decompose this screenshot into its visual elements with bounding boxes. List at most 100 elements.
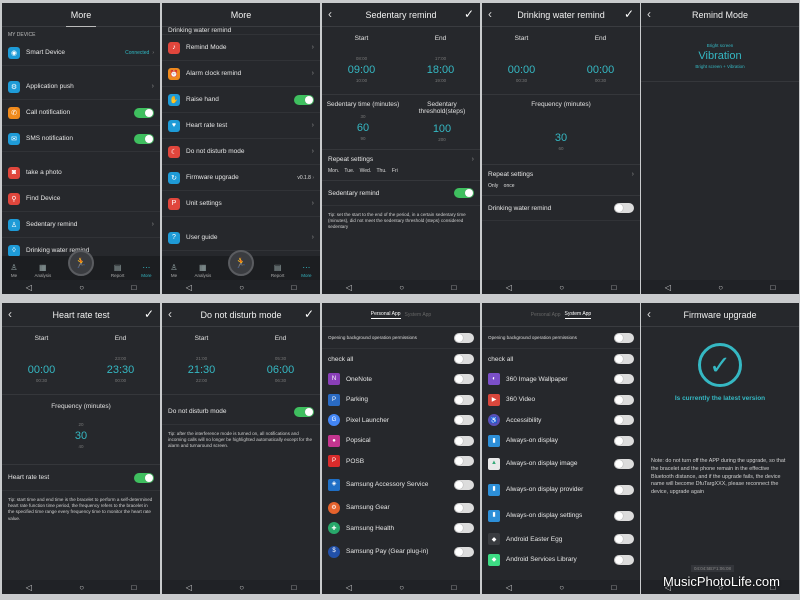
back-icon[interactable]: ◁ <box>506 583 512 592</box>
app-toggle[interactable] <box>454 415 474 426</box>
tab-me[interactable]: ♙ Me <box>10 263 17 278</box>
dnd-toggle[interactable] <box>294 406 314 417</box>
back-arrow-icon[interactable]: ‹ <box>647 8 651 20</box>
home-icon[interactable]: ○ <box>399 583 404 592</box>
threshold-picker[interactable]: Sedentary threshold(steps) 100 200 <box>407 101 477 143</box>
back-icon[interactable]: ◁ <box>665 283 671 292</box>
back-arrow-icon[interactable]: ‹ <box>168 308 172 320</box>
smart-device-row[interactable]: ◉ Smart Device Connected › <box>2 40 160 66</box>
back-icon[interactable]: ◁ <box>186 583 192 592</box>
home-icon[interactable]: ○ <box>559 283 564 292</box>
back-icon[interactable]: ◁ <box>346 583 352 592</box>
raise-hand-toggle[interactable] <box>294 94 314 105</box>
tab-report[interactable]: ▤ Report <box>111 263 125 278</box>
permission-toggle[interactable] <box>454 332 474 343</box>
start-picker[interactable]: Start 08:00 09:00 10:00 <box>348 35 376 84</box>
drinking-water-row[interactable]: Drinking water remind <box>162 27 320 35</box>
sedentary-toggle[interactable] <box>454 188 474 198</box>
tab-more[interactable]: ⋯ More <box>141 263 151 278</box>
app-toggle[interactable] <box>454 374 474 385</box>
sedentary-remind-row[interactable]: ♙ Sedentary remind › <box>2 212 160 238</box>
app-toggle[interactable] <box>614 394 634 405</box>
run-button[interactable]: 🏃 <box>228 250 255 276</box>
back-arrow-icon[interactable]: ‹ <box>488 8 492 20</box>
back-icon[interactable]: ◁ <box>26 583 32 592</box>
permission-toggle[interactable] <box>614 332 634 343</box>
dnd-row[interactable]: ☾ Do not disturb mode › <box>162 139 320 165</box>
home-icon[interactable]: ○ <box>559 583 564 592</box>
take-photo-row[interactable]: ◙ take a photo <box>2 160 160 186</box>
home-icon[interactable]: ○ <box>239 583 244 592</box>
frequency-picker[interactable]: Frequency (minutes) 20 30 40 <box>2 395 160 450</box>
frequency-picker[interactable]: Frequency (minutes) 30 60 <box>482 95 640 152</box>
tab-report[interactable]: ▤ Report <box>271 263 285 278</box>
check-all-toggle[interactable] <box>454 354 474 364</box>
firmware-row[interactable]: ↻ Firmware upgrade v0.1.8 › <box>162 165 320 191</box>
confirm-check-icon[interactable]: ✓ <box>624 8 634 20</box>
start-picker[interactable]: Start 00:00 00:30 <box>28 335 56 384</box>
recents-icon[interactable]: □ <box>451 583 456 592</box>
confirm-check-icon[interactable]: ✓ <box>464 8 474 20</box>
recents-icon[interactable]: □ <box>611 583 616 592</box>
confirm-check-icon[interactable]: ✓ <box>144 308 154 320</box>
app-toggle[interactable] <box>614 534 634 545</box>
app-toggle[interactable] <box>614 511 634 521</box>
recents-icon[interactable]: □ <box>131 283 136 292</box>
remind-mode-row[interactable]: ♪ Remind Mode › <box>162 35 320 61</box>
back-arrow-icon[interactable]: ‹ <box>8 308 12 320</box>
recents-icon[interactable]: □ <box>451 283 456 292</box>
tab-personal-app[interactable]: Personal App <box>370 311 401 319</box>
water-toggle[interactable] <box>614 203 634 213</box>
recents-icon[interactable]: □ <box>291 283 296 292</box>
repeat-settings-row[interactable]: Repeat settings › <box>482 165 640 183</box>
unit-settings-row[interactable]: P Unit settings › <box>162 191 320 217</box>
sedentary-time-picker[interactable]: Sedentary time (minutes) 30 60 90 <box>325 101 401 143</box>
recents-icon[interactable]: □ <box>291 583 296 592</box>
tab-analysis[interactable]: ▦ Analysis <box>194 263 211 278</box>
check-all-toggle[interactable] <box>614 354 634 364</box>
tab-analysis[interactable]: ▦ Analysis <box>34 263 51 278</box>
app-toggle[interactable] <box>614 485 634 495</box>
recents-icon[interactable]: □ <box>131 583 136 592</box>
end-picker[interactable]: End 23:00 23:30 00:00 <box>107 335 135 384</box>
heart-rate-row[interactable]: ♥ Heart rate test › <box>162 113 320 139</box>
app-toggle[interactable] <box>614 459 634 469</box>
heart-toggle[interactable] <box>134 472 154 483</box>
app-toggle[interactable] <box>454 523 474 534</box>
run-button[interactable]: 🏃 <box>68 250 95 276</box>
sms-notification-toggle[interactable] <box>134 133 154 144</box>
back-icon[interactable]: ◁ <box>506 283 512 292</box>
app-toggle[interactable] <box>614 374 634 385</box>
tab-personal-app[interactable]: Personal App <box>531 312 561 318</box>
recents-icon[interactable]: □ <box>770 283 775 292</box>
user-guide-row[interactable]: ? User guide › <box>162 225 320 251</box>
end-picker[interactable]: End 00:00 00:30 <box>587 35 615 84</box>
tab-system-app[interactable]: System App <box>405 312 432 318</box>
back-arrow-icon[interactable]: ‹ <box>647 308 651 320</box>
app-toggle[interactable] <box>614 554 634 565</box>
app-toggle[interactable] <box>614 415 634 426</box>
app-toggle[interactable] <box>454 546 474 557</box>
repeat-settings-row[interactable]: Repeat settings › <box>322 150 480 168</box>
mode-picker[interactable]: Bright screen Vibration Bright screen + … <box>641 27 799 82</box>
back-icon[interactable]: ◁ <box>186 283 192 292</box>
recents-icon[interactable]: □ <box>611 283 616 292</box>
home-icon[interactable]: ○ <box>79 583 84 592</box>
alarm-row[interactable]: ⏰ Alarm clock remind › <box>162 61 320 87</box>
home-icon[interactable]: ○ <box>239 283 244 292</box>
home-icon[interactable]: ○ <box>399 283 404 292</box>
back-icon[interactable]: ◁ <box>26 283 32 292</box>
tab-me[interactable]: ♙ Me <box>170 263 177 278</box>
back-icon[interactable]: ◁ <box>346 283 352 292</box>
home-icon[interactable]: ○ <box>79 283 84 292</box>
app-toggle[interactable] <box>454 479 474 490</box>
app-toggle[interactable] <box>614 435 634 446</box>
app-toggle[interactable] <box>454 394 474 405</box>
find-device-row[interactable]: ⚲ Find Device <box>2 186 160 212</box>
start-picker[interactable]: Start 21:00 21:30 22:00 <box>188 335 216 384</box>
home-icon[interactable]: ○ <box>718 283 723 292</box>
start-picker[interactable]: Start 00:00 00:30 <box>508 35 536 84</box>
end-picker[interactable]: End 05:30 06:00 06:30 <box>267 335 295 384</box>
app-toggle[interactable] <box>454 502 474 513</box>
app-toggle[interactable] <box>454 456 474 467</box>
